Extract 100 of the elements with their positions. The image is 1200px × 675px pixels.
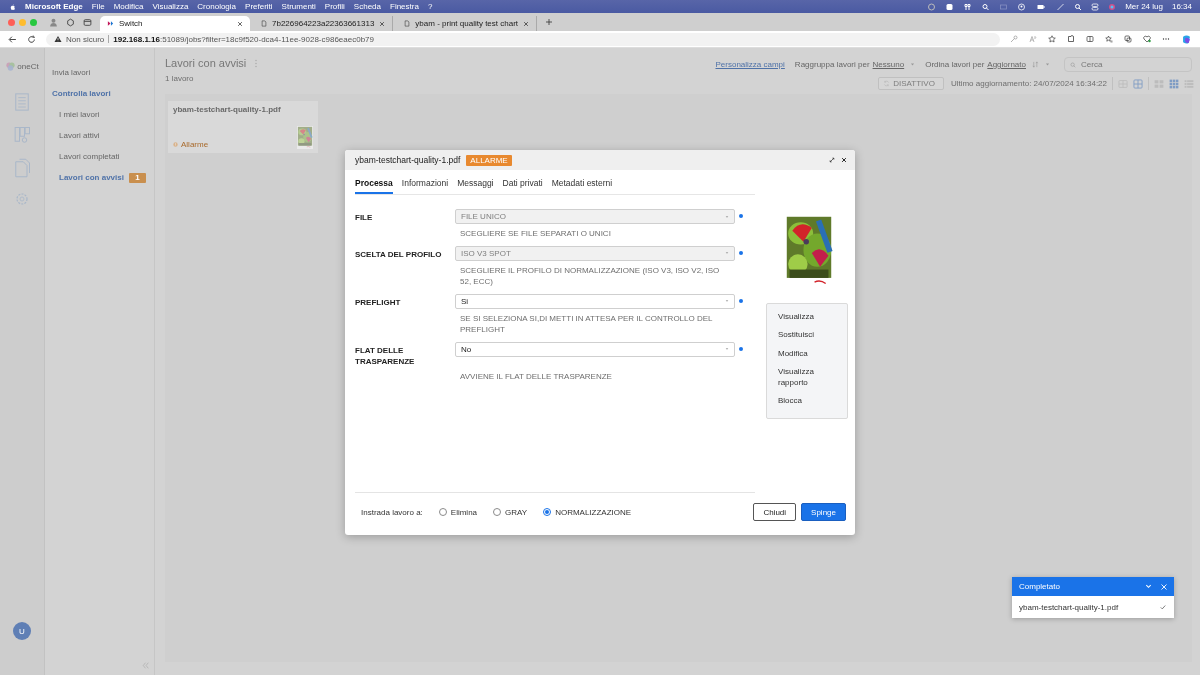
field-hint: SCEGLIERE IL PROFILO DI NORMALIZZAZIONE (ISO V3, ISO V2, ISO 52, ECC)	[459, 264, 721, 288]
profile-icon[interactable]	[49, 17, 58, 27]
nav-item[interactable]: Lavori con avvisi 1	[45, 167, 154, 188]
customize-fields-link[interactable]: Personalizza campi	[715, 60, 785, 69]
logo-text: oneCt	[17, 62, 39, 71]
menu-item[interactable]: Finestra	[390, 2, 419, 11]
radio-circle[interactable]	[438, 508, 447, 516]
tab-actions-icon[interactable]	[83, 17, 92, 27]
radio-circle[interactable]	[493, 508, 502, 516]
auto-refresh-button[interactable]: DISATTIVO	[878, 77, 944, 90]
workspaces-icon[interactable]	[66, 17, 75, 27]
user-avatar[interactable]: U	[13, 622, 31, 640]
route-label: Instrada lavoro a:	[361, 507, 423, 517]
star-icon[interactable]	[1048, 35, 1056, 43]
dialog-tab[interactable]: Messaggi	[457, 176, 494, 194]
reload-icon[interactable]	[27, 34, 36, 44]
extension-icon[interactable]	[1067, 35, 1075, 43]
menubar-time: 16:34	[1171, 2, 1192, 11]
nav-item[interactable]: Lavori attivi	[45, 125, 154, 146]
close-icon[interactable]	[841, 157, 847, 163]
security-label: Non sicuro	[66, 34, 105, 44]
close-window-button[interactable]	[8, 18, 15, 26]
user-icon[interactable]	[1017, 2, 1027, 11]
menu-item[interactable]: Strumenti	[281, 2, 316, 11]
nav-label: Lavori completati	[59, 152, 120, 161]
status-icon[interactable]	[981, 2, 991, 11]
dialog-tab[interactable]: Processa	[355, 176, 393, 194]
expand-icon[interactable]	[829, 157, 835, 163]
url-text: 192.168.1.16:51089/jobs?filter=18c9f520-dca4-11ee-9028-c986eaec0b79	[113, 34, 374, 44]
menu-item[interactable]: Visualizza	[152, 2, 189, 11]
route-radio[interactable]: Elimina	[438, 507, 478, 517]
submit-button[interactable]: Spinge	[801, 503, 846, 521]
job-name: ybam-testchart-quality-1.pdf	[173, 105, 282, 116]
nav-section[interactable]: Controlla lavori	[45, 83, 154, 104]
read-aloud-icon[interactable]	[1029, 35, 1037, 43]
field-hint: SE SI SELEZIONA SI,DI METTI IN ATTESA PER IL CONTROLLO DEL PREFLIGHT	[459, 312, 714, 336]
nav-item[interactable]: Lavori completati	[45, 146, 154, 167]
field-label: FLAT DELLE TRASPARENZE	[355, 344, 416, 368]
select-field[interactable]: Si	[455, 293, 735, 309]
menu-item[interactable]: Scheda	[353, 2, 381, 11]
action-item[interactable]: Visualizza	[778, 312, 843, 323]
dialog-tab[interactable]: Dati privati	[502, 176, 543, 194]
route-radio[interactable]: GRAY	[493, 507, 528, 517]
search-field[interactable]: Cerca	[1064, 57, 1192, 72]
status-icon[interactable]	[963, 2, 973, 11]
key-icon[interactable]	[1010, 35, 1018, 43]
page-title: Lavori con avvisi	[165, 57, 247, 69]
app-menu[interactable]: Microsoft Edge	[25, 2, 83, 11]
sort-by-dropdown[interactable]: Ordina lavori per Aggiornato	[925, 60, 1026, 69]
copilot-icon[interactable]	[1181, 33, 1192, 45]
switch-favicon	[107, 20, 114, 27]
control-center-icon[interactable]	[1091, 2, 1100, 11]
search-icon[interactable]	[1074, 2, 1083, 11]
menu-item[interactable]: File	[91, 2, 105, 11]
action-item[interactable]: Modifica	[778, 348, 843, 360]
page-icon	[404, 20, 411, 27]
radio-circle[interactable]	[543, 508, 552, 516]
close-button[interactable]: Chiudi	[753, 503, 797, 521]
menu-item[interactable]: Preferiti	[245, 2, 273, 11]
job-card[interactable]: ybam-testchart-quality-1.pdf Allarme	[168, 101, 318, 153]
warning-icon	[54, 35, 62, 43]
address-bar[interactable]: Non sicuro 192.168.1.16:51089/jobs?filter=18c9f520-dca4-11ee-9028-c986eaec0b79	[46, 32, 1000, 46]
count-badge: 1	[129, 172, 146, 183]
close-icon[interactable]	[237, 20, 243, 27]
menu-item[interactable]: Cronologia	[197, 2, 237, 11]
field-label: FILE	[355, 212, 374, 224]
siri-icon[interactable]	[1108, 2, 1117, 11]
action-item[interactable]: Visualizza rapporto	[778, 367, 843, 388]
notification-title: Completato	[1019, 582, 1060, 591]
dialog-tab[interactable]: Metadati esterni	[551, 176, 613, 194]
battery-icon[interactable]	[1035, 2, 1048, 11]
action-item[interactable]: Blocca	[778, 395, 843, 407]
group-by-dropdown[interactable]: Raggruppa lavori per Nessuno	[794, 60, 905, 69]
dialog-tab[interactable]: Informazioni	[401, 176, 449, 194]
route-radio[interactable]: NORMALIZZAZIONE	[543, 507, 632, 517]
back-icon[interactable]	[8, 34, 17, 44]
dialog-title: ybam-testchart-quality-1.pdf	[355, 155, 461, 165]
favorites-icon[interactable]	[1105, 35, 1113, 43]
heart-icon[interactable]	[1143, 35, 1151, 43]
menu-item[interactable]: ?	[427, 2, 433, 11]
select-field[interactable]: No	[455, 341, 735, 357]
more-icon[interactable]	[1162, 35, 1170, 43]
nav-item[interactable]: Invia lavori	[45, 62, 154, 83]
field-label: SCELTA DEL PROFILO	[355, 248, 443, 261]
plus-icon[interactable]	[545, 18, 554, 26]
browser-tab[interactable]: Switch	[100, 16, 250, 31]
job-status: Allarme	[181, 140, 209, 149]
last-update-text: Ultimo aggiornamento: 24/07/2024 16:34:22	[950, 79, 1107, 88]
field-hint: AVVIENE IL FLAT DELLE TRASPARENZE	[459, 371, 613, 383]
chevron-down-icon[interactable]	[1145, 583, 1152, 590]
action-item[interactable]: Sostituisci	[778, 330, 843, 341]
job-count: 1 lavoro	[165, 74, 195, 83]
nav-item[interactable]: I miei lavori	[45, 104, 154, 125]
nav-label: I miei lavori	[59, 110, 100, 119]
check-icon	[1160, 604, 1166, 610]
split-screen-icon[interactable]	[1086, 35, 1094, 43]
menu-item[interactable]: Modifica	[113, 2, 144, 11]
page-icon	[261, 20, 267, 27]
collections-icon[interactable]	[1124, 35, 1132, 43]
menu-item[interactable]: Profili	[324, 2, 345, 11]
